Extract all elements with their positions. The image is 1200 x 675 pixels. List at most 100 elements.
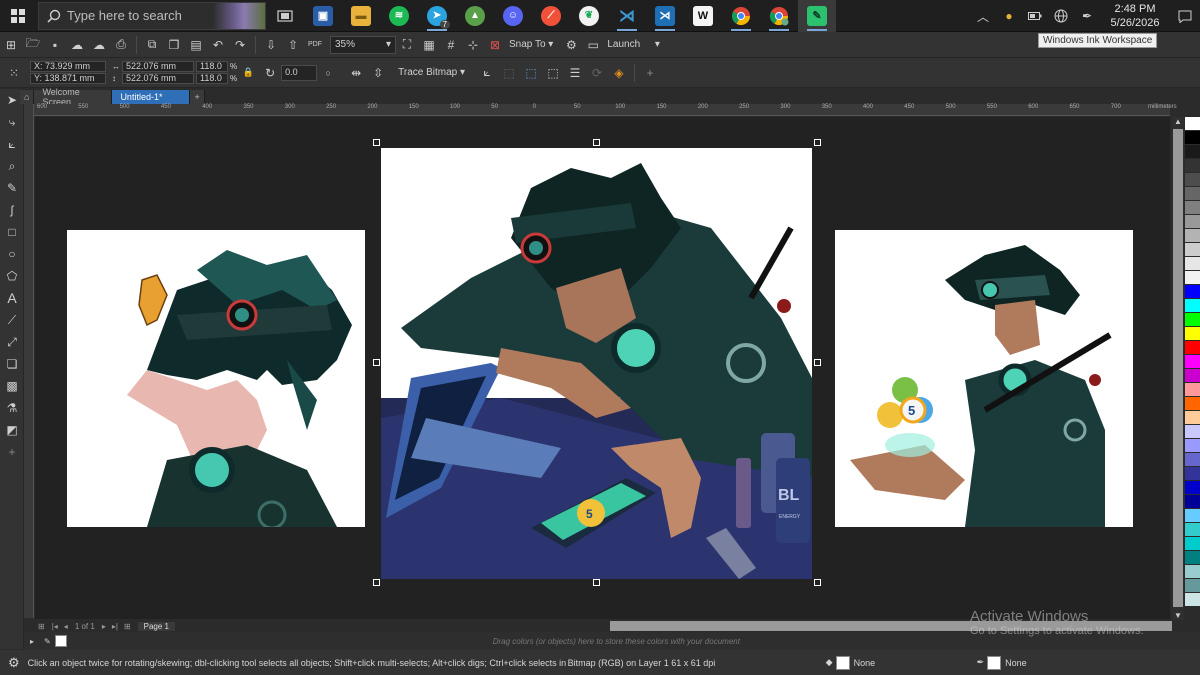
edit-bitmap-button[interactable]: ⬚ — [498, 62, 520, 84]
tray-chrome-button[interactable]: ● — [996, 0, 1022, 32]
launch-icon-button[interactable]: ▭ — [582, 34, 604, 56]
palette-swatch[interactable] — [1185, 285, 1200, 299]
export-button[interactable]: ⇧ — [282, 34, 304, 56]
add-toolbar-item-button[interactable]: + — [639, 62, 661, 84]
drop-shadow-tool[interactable]: ❏ — [0, 353, 24, 375]
full-screen-preview-button[interactable]: ⛶ — [396, 34, 418, 56]
palette-swatch[interactable] — [1185, 173, 1200, 187]
add-page-after-icon[interactable]: ⊞ — [121, 622, 134, 631]
bitmap-bounds-button[interactable]: ⬚ — [542, 62, 564, 84]
palette-swatch[interactable] — [1185, 313, 1200, 327]
save-button[interactable]: ▪ — [44, 34, 66, 56]
prev-page-icon[interactable]: ◂ — [61, 622, 71, 631]
selection-handle-bottom-right[interactable] — [814, 579, 821, 586]
palette-swatch[interactable] — [1185, 439, 1200, 453]
first-page-icon[interactable]: |◂ — [49, 622, 61, 631]
selection-handle-bottom-center[interactable] — [593, 579, 600, 586]
scale-y-field[interactable]: 118.0 — [196, 73, 228, 84]
coreldraw-app[interactable]: ✎ — [798, 0, 836, 32]
inkscape-app[interactable]: ▲ — [456, 0, 494, 32]
gear-icon[interactable]: ⚙ — [0, 655, 28, 671]
copy-button[interactable]: ❐ — [163, 34, 185, 56]
outline-swatch[interactable] — [987, 655, 1002, 670]
interactive-fill-tool[interactable]: ◩ — [0, 419, 24, 441]
palette-swatch[interactable] — [1185, 299, 1200, 313]
palette-swatch[interactable] — [1185, 145, 1200, 159]
palette-swatch[interactable] — [1185, 467, 1200, 481]
spotify-app[interactable]: ≋ — [380, 0, 418, 32]
rectangle-tool[interactable]: □ — [0, 221, 24, 243]
palette-swatch[interactable] — [1185, 481, 1200, 495]
fill-swatch[interactable] — [835, 655, 850, 670]
palette-swatch[interactable] — [1185, 593, 1200, 607]
notification-center-button[interactable] — [1170, 0, 1200, 32]
palette-swatch[interactable] — [1185, 453, 1200, 467]
file-explorer-app[interactable]: ▬ — [342, 0, 380, 32]
eyedropper-icon[interactable]: ✎ — [40, 637, 55, 646]
connector-tool[interactable]: ⤢ — [0, 331, 24, 353]
discord-app[interactable]: ☺ — [494, 0, 532, 32]
new-document-button[interactable]: ⊞ — [0, 34, 22, 56]
right-artwork-bitmap[interactable]: 5 — [835, 230, 1133, 527]
snap-off-button[interactable]: ⊠ — [484, 34, 506, 56]
palette-swatch[interactable] — [1185, 187, 1200, 201]
selection-handle-bottom-left[interactable] — [373, 579, 380, 586]
swift-app[interactable]: ⟋ — [532, 0, 570, 32]
print-button[interactable]: ⎙ — [110, 34, 132, 56]
import-button[interactable]: ⇩ — [260, 34, 282, 56]
rotation-angle-field[interactable]: 0.0 — [281, 64, 318, 81]
palette-swatch[interactable] — [1185, 537, 1200, 551]
windows-ink-button[interactable]: ✒ — [1074, 0, 1100, 32]
snap-to-dropdown[interactable]: Snap To ▾ — [506, 39, 556, 50]
palette-swatch[interactable] — [1185, 159, 1200, 173]
tab-welcome-screen[interactable]: Welcome Screen — [34, 87, 113, 107]
height-field[interactable]: 522.076 mm — [122, 73, 194, 84]
scroll-up-arrow[interactable]: ▲ — [1172, 117, 1184, 126]
new-tab-button[interactable]: + — [190, 90, 205, 104]
artistic-media-tool[interactable]: ʃ — [0, 199, 24, 221]
palette-swatch[interactable] — [1185, 271, 1200, 285]
vertical-scrollbar[interactable]: ▲ ▼ — [1172, 117, 1184, 620]
cloud-save-button[interactable]: ☁ — [66, 34, 88, 56]
show-guidelines-button[interactable]: ⊹ — [462, 34, 484, 56]
selection-handle-middle-right[interactable] — [814, 359, 821, 366]
winamp-app[interactable]: W — [684, 0, 722, 32]
palette-swatch[interactable] — [1185, 131, 1200, 145]
chrome-profile-app[interactable] — [760, 0, 798, 32]
text-tool[interactable]: A — [0, 287, 24, 309]
battery-button[interactable] — [1022, 0, 1048, 32]
shape-tool[interactable]: ⤷ — [0, 111, 24, 133]
palette-swatch[interactable] — [1185, 369, 1200, 383]
show-grid-button[interactable]: # — [440, 34, 462, 56]
resample-button[interactable]: ⬚ — [520, 62, 542, 84]
cloud-upload-button[interactable]: ☁ — [88, 34, 110, 56]
palette-swatch[interactable] — [1185, 355, 1200, 369]
chrome-app[interactable] — [722, 0, 760, 32]
lock-ratio-button[interactable]: 🔒 — [237, 62, 259, 84]
network-button[interactable] — [1048, 0, 1074, 32]
text-wrap-button[interactable]: ☰ — [564, 62, 586, 84]
add-tool-button[interactable]: + — [0, 441, 24, 463]
taskbar-search-box[interactable]: Type here to search — [38, 1, 266, 30]
palette-swatch[interactable] — [1185, 551, 1200, 565]
left-artwork-bitmap[interactable] — [67, 230, 365, 527]
scroll-down-arrow[interactable]: ▼ — [1172, 611, 1184, 620]
cut-button[interactable]: ⧉ — [141, 34, 163, 56]
home-tab[interactable]: ⌂ — [20, 90, 35, 104]
tab-untitled-1[interactable]: Untitled-1* — [112, 90, 191, 104]
mirror-horizontal-button[interactable]: ⇹ — [345, 62, 367, 84]
vscode-app-2[interactable]: ⋊ — [646, 0, 684, 32]
width-field[interactable]: 522.076 mm — [122, 61, 194, 72]
palette-swatch[interactable] — [1185, 243, 1200, 257]
last-page-icon[interactable]: ▸| — [109, 622, 121, 631]
paste-button[interactable]: ▤ — [185, 34, 207, 56]
mongodb-app[interactable]: ❦ — [570, 0, 608, 32]
horizontal-ruler[interactable]: 600 550 500 450 400 350 300 250 200 150 100 50 0 50 10… — [34, 104, 1170, 116]
device-manager-app[interactable]: ▣ — [304, 0, 342, 32]
palette-swatch[interactable] — [1185, 201, 1200, 215]
center-artwork-bitmap[interactable]: 5 BL ENERGY — [381, 148, 812, 579]
palette-swatch[interactable] — [1185, 509, 1200, 523]
redo-button[interactable]: ↷ — [229, 34, 251, 56]
mirror-vertical-button[interactable]: ⇳ — [367, 62, 389, 84]
system-clock[interactable]: 2:48 PM 5/26/2026 — [1100, 2, 1170, 30]
